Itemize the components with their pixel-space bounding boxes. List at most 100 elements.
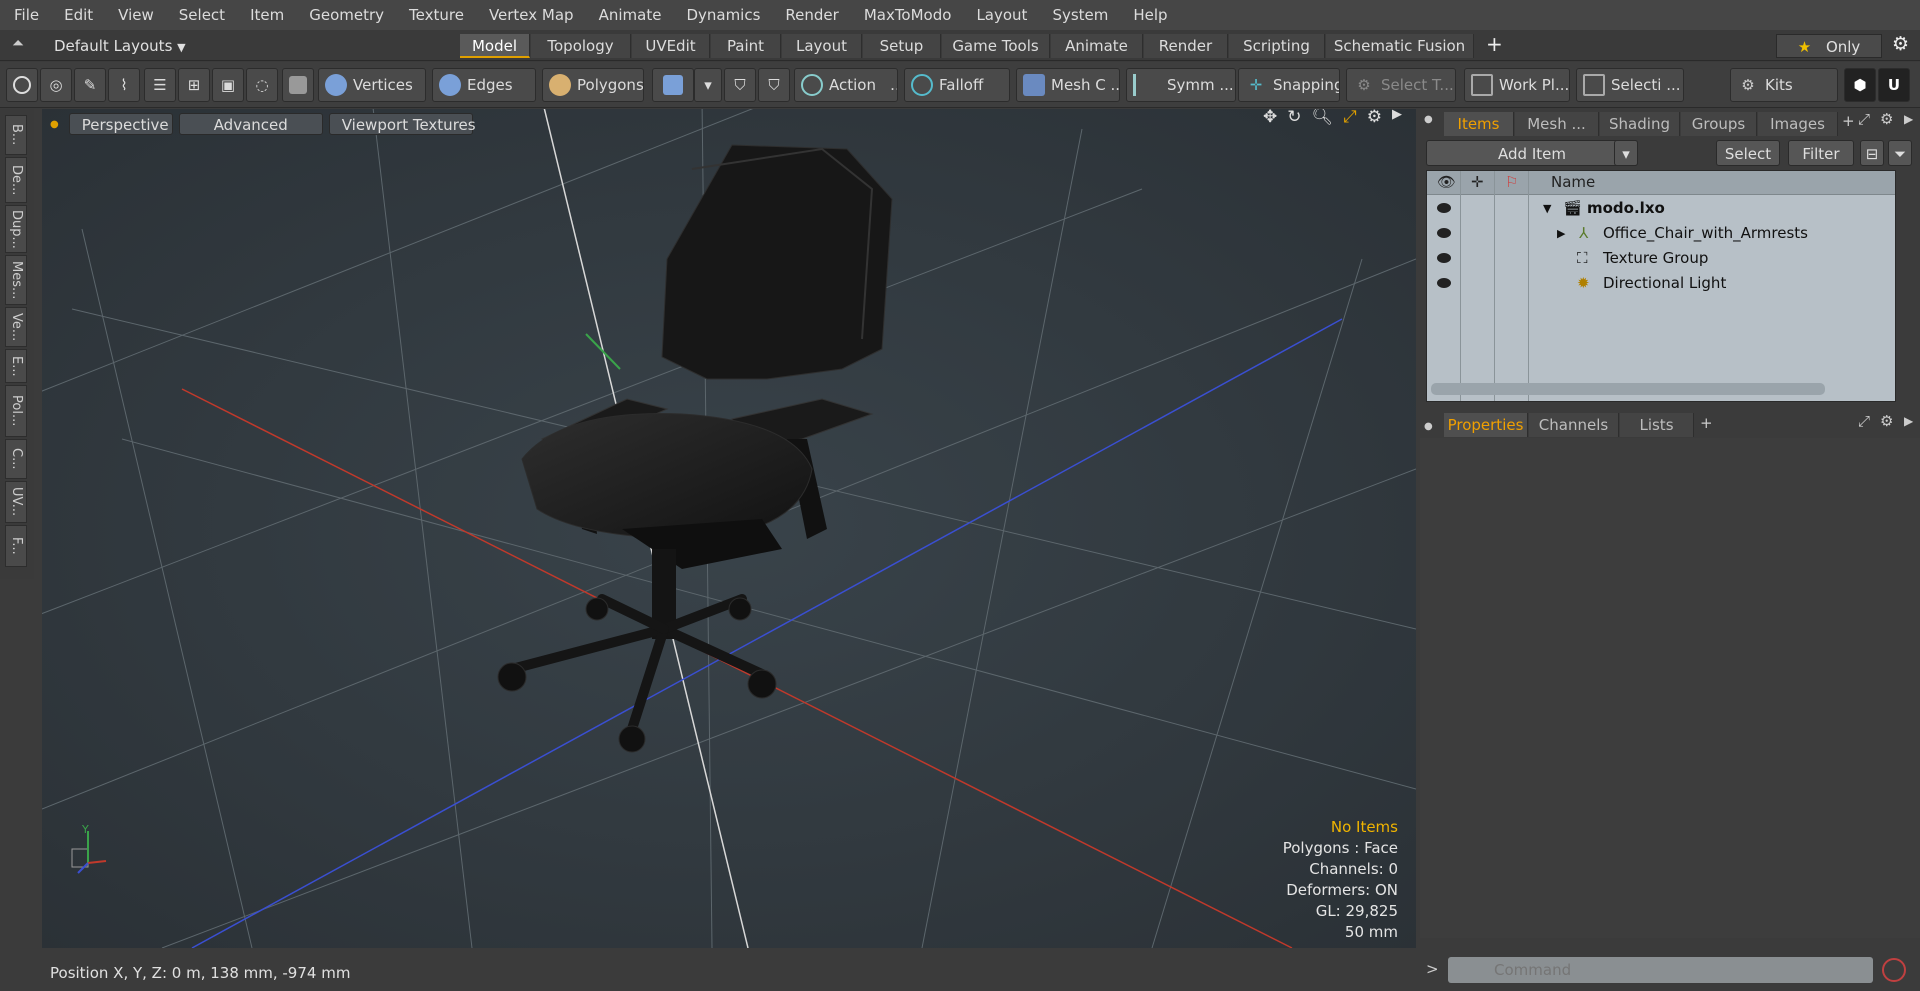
collapse-up-icon[interactable]: ⏶ [12,34,24,52]
visibility-eye-icon[interactable] [1437,228,1451,238]
menu-geometry[interactable]: Geometry [295,6,395,24]
add-props-tab-button[interactable]: + [1700,414,1713,432]
items-panel-menu-icon[interactable]: ● [1424,114,1433,125]
frame-icon[interactable]: ▣ [212,68,244,102]
play-arrow-icon[interactable]: ▶ [1392,109,1402,127]
popout-icon[interactable]: ⤢ [1858,110,1870,128]
menu-view[interactable]: View [104,6,165,24]
gear-icon[interactable]: ⚙ [1892,33,1909,55]
tab-images[interactable]: Images [1758,112,1838,136]
left-tab-mesh-edit[interactable]: Mes... [5,255,27,305]
unity-icon[interactable]: ⬢ [1844,68,1876,102]
menu-vertex-map[interactable]: Vertex Map [475,6,585,24]
collapse-icon[interactable]: ⊟ [1860,140,1884,166]
tab-items[interactable]: Items [1444,112,1514,136]
lasso-icon[interactable]: ⌇ [108,68,140,102]
tree-row[interactable]: ⛶ Texture Group [1427,246,1895,271]
add-item-button[interactable]: Add Item [1426,140,1638,166]
left-tab-fusion[interactable]: F... [5,525,27,567]
workplane-button[interactable]: Work Pl... [1464,68,1570,102]
props-popout-icon[interactable]: ⤢ [1858,412,1870,430]
visibility-eye-icon[interactable] [1437,203,1451,213]
symmetry-button[interactable]: Symm ... [1126,68,1236,102]
menu-edit[interactable]: Edit [50,6,104,24]
funnel-icon[interactable]: ⏷ [1888,140,1912,166]
tab-layout[interactable]: Layout [782,34,862,58]
panel-arrow-icon[interactable]: ▶ [1904,112,1913,126]
tab-scripting[interactable]: Scripting [1229,34,1325,58]
3d-viewport[interactable]: Y ✥ ↻ 🔍︎ ⤢ ⚙ ▶ No Items Polygons : Face … [42,109,1416,948]
menu-animate[interactable]: Animate [585,6,673,24]
left-tab-duplicate[interactable]: Dup... [5,205,27,253]
props-panel-menu-icon[interactable]: ● [1424,421,1433,432]
vertices-button[interactable]: Vertices [318,68,426,102]
left-tab-edge[interactable]: E... [5,349,27,383]
menu-texture[interactable]: Texture [395,6,475,24]
filter-button[interactable]: Filter [1788,140,1854,166]
advanced-button[interactable]: Advanced [178,113,323,135]
add-item-dropdown-icon[interactable]: ▾ [1614,140,1638,166]
viewport-settings-icon[interactable]: ⚙ [1367,109,1382,127]
tab-shading[interactable]: Shading [1600,112,1680,136]
tab-paint[interactable]: Paint [711,34,781,58]
visibility-eye-icon[interactable] [1437,278,1451,288]
expand-right-icon[interactable]: ▶ [1557,221,1565,246]
tree-row[interactable]: ▶ ⅄ Office_Chair_with_Armrests [1427,221,1895,246]
command-input[interactable] [1448,957,1873,983]
menu-file[interactable]: File [0,6,50,24]
left-tab-basic[interactable]: B... [5,115,27,155]
add-tab-button[interactable]: + [1486,32,1503,56]
falloff-button[interactable]: Falloff [904,68,1010,102]
viewport-textures-button[interactable]: Viewport Textures [328,113,476,135]
grid-icon[interactable]: ⊞ [178,68,210,102]
action-center-button[interactable]: Action … [794,68,898,102]
snapping-button[interactable]: ✛ Snapping [1238,68,1340,102]
left-tab-curve[interactable]: C... [5,439,27,479]
kits-button[interactable]: ⚙ Kits [1730,68,1838,102]
perspective-button[interactable]: Perspective [68,113,173,135]
menu-help[interactable]: Help [1119,6,1178,24]
tab-mesh[interactable]: Mesh ... [1515,112,1599,136]
panel-gear-icon[interactable]: ⚙ [1880,110,1893,128]
left-tab-vertex[interactable]: Ve... [5,307,27,347]
tree-row[interactable]: ✹ Directional Light [1427,271,1895,296]
menu-item[interactable]: Item [236,6,295,24]
menu-select[interactable]: Select [165,6,236,24]
maximize-view-icon[interactable]: ⤢ [1343,109,1357,127]
menu-dynamics[interactable]: Dynamics [672,6,771,24]
default-layouts-dropdown[interactable]: Default Layouts ▼ [54,35,186,57]
tab-setup[interactable]: Setup [863,34,941,58]
tab-uvedit[interactable]: UVEdit [632,34,710,58]
unreal-icon[interactable]: U [1878,68,1910,102]
props-arrow-icon[interactable]: ▶ [1904,414,1913,428]
menu-render[interactable]: Render [771,6,849,24]
menu-system[interactable]: System [1038,6,1119,24]
align-icon[interactable]: ☰ [144,68,176,102]
props-gear-icon[interactable]: ⚙ [1880,412,1893,430]
left-tab-polygon[interactable]: Pol... [5,385,27,437]
add-tab-plus-icon[interactable]: + [1842,112,1855,130]
polygons-button[interactable]: Polygons [542,68,644,102]
symmetry-shield-icon[interactable]: ⛉ [724,68,756,102]
move-view-icon[interactable]: ✥ [1263,109,1277,127]
left-tab-deform[interactable]: De... [5,157,27,203]
record-macro-icon[interactable] [1882,958,1906,982]
pen-icon[interactable]: ✎ [74,68,106,102]
tab-render[interactable]: Render [1144,34,1228,58]
paint-icon[interactable]: ◌ [246,68,278,102]
tab-schematic-fusion[interactable]: Schematic Fusion [1326,34,1474,58]
tree-row[interactable]: ▼ 🎬︎ modo.lxo [1427,196,1895,221]
select-button[interactable]: Select [1716,140,1780,166]
tab-lists[interactable]: Lists [1620,413,1694,437]
tab-channels[interactable]: Channels [1529,413,1619,437]
zoom-view-icon[interactable]: 🔍︎ [1312,109,1334,127]
rotate-view-icon[interactable]: ↻ [1287,109,1301,127]
menu-layout[interactable]: Layout [962,6,1038,24]
only-toggle[interactable]: ★ Only [1776,34,1882,58]
left-tab-uv[interactable]: UV... [5,481,27,523]
tab-topology[interactable]: Topology [531,34,631,58]
materials-icon[interactable] [652,68,694,102]
expand-down-icon[interactable]: ▼ [1543,196,1551,221]
selection-sets-button[interactable]: Selecti ... [1576,68,1684,102]
tab-game-tools[interactable]: Game Tools [942,34,1050,58]
